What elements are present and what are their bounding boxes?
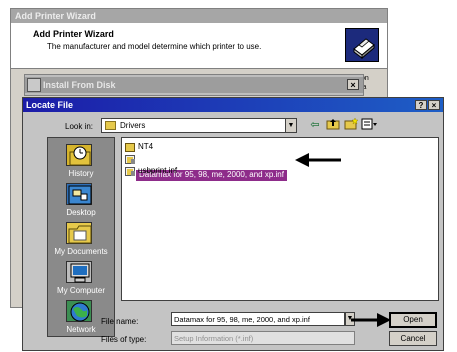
close-icon[interactable]: ×: [347, 79, 359, 90]
file-name: usbprint.inf: [138, 166, 178, 175]
place-desktop[interactable]: Desktop: [48, 183, 114, 219]
folder-icon: [105, 121, 116, 130]
callout-arrow: [295, 152, 343, 170]
history-icon: [66, 144, 92, 166]
place-label: Desktop: [66, 208, 96, 217]
file-name-label: File name:: [101, 317, 139, 326]
up-folder-icon[interactable]: [325, 118, 341, 133]
wizard-header: Add Printer Wizard The manufacturer and …: [11, 23, 387, 69]
file-name-input[interactable]: Datamax for 95, 98, me, 2000, and xp.inf: [171, 312, 345, 326]
open-button[interactable]: Open: [389, 312, 437, 328]
place-label: Network: [66, 325, 96, 334]
install-from-disk-window: Install From Disk ×: [24, 74, 364, 96]
place-history[interactable]: History: [48, 144, 114, 180]
cancel-button[interactable]: Cancel: [389, 331, 437, 346]
wizard-title-bar: Add Printer Wizard: [11, 9, 387, 23]
look-in-select[interactable]: Drivers: [101, 118, 297, 133]
file-list[interactable]: NT4 Datamax for 95, 98, me, 2000, and xp…: [121, 137, 439, 301]
close-button[interactable]: ×: [428, 100, 440, 110]
chevron-down-icon[interactable]: ▼: [285, 118, 297, 133]
back-icon[interactable]: ⇦: [307, 118, 323, 133]
places-bar: History Desktop My Documents My Computer…: [47, 137, 115, 337]
locate-file-dialog: Locate File ? × Look in: Drivers ▼ ⇦ His…: [22, 97, 444, 351]
printer-icon: [345, 28, 379, 62]
my-computer-icon: [66, 261, 92, 283]
files-of-type-label: Files of type:: [101, 335, 147, 344]
wizard-header-title: Add Printer Wizard: [33, 29, 114, 39]
place-label: My Documents: [54, 247, 108, 256]
folder-icon: [125, 143, 135, 152]
place-my-documents[interactable]: My Documents: [48, 222, 114, 258]
place-my-computer[interactable]: My Computer: [48, 261, 114, 297]
network-icon: [66, 300, 92, 322]
setup-file-icon: [125, 167, 135, 176]
setup-file-icon: [125, 155, 135, 164]
locate-file-title: Locate File: [23, 98, 443, 112]
help-button[interactable]: ?: [415, 100, 427, 110]
list-item[interactable]: Datamax for 95, 98, me, 2000, and xp.inf: [122, 154, 438, 181]
file-name: NT4: [138, 142, 154, 151]
install-from-disk-title: Install From Disk: [25, 77, 363, 93]
place-label: My Computer: [56, 286, 105, 295]
wizard-header-subtitle: The manufacturer and model determine whi…: [47, 42, 262, 51]
files-of-type-select[interactable]: Setup Information (*.inf): [171, 331, 355, 345]
list-item[interactable]: usbprint.inf: [122, 166, 438, 177]
look-in-label: Look in:: [65, 122, 94, 131]
look-in-value: Drivers: [120, 121, 146, 130]
new-folder-icon[interactable]: [343, 117, 359, 133]
disk-icon: [27, 78, 41, 92]
list-item[interactable]: NT4: [122, 142, 438, 153]
callout-arrow: [351, 313, 391, 329]
place-label: History: [68, 169, 94, 178]
view-menu-icon[interactable]: [361, 118, 377, 133]
my-documents-icon: [66, 222, 92, 244]
desktop-icon: [66, 183, 92, 205]
